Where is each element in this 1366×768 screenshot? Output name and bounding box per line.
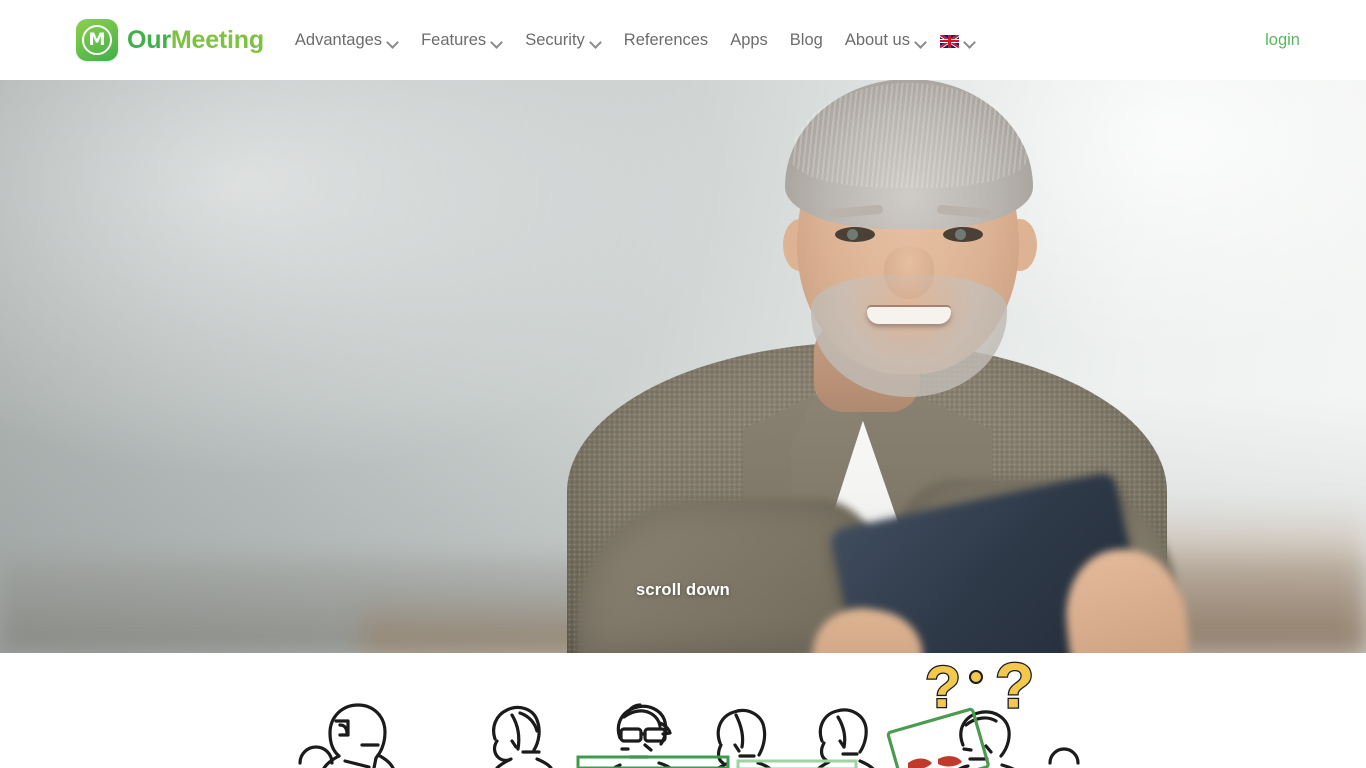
hair [785, 79, 1033, 229]
logo-word-meeting: Meeting [170, 25, 264, 54]
nav-label-references: References [623, 30, 709, 49]
chevron-down-icon [916, 37, 927, 48]
site-header: M OurMeeting Advantages Features Securit… [0, 0, 1366, 80]
illustration-section: ? ? [0, 653, 1366, 768]
main-navigation: Advantages Features Security References … [284, 0, 987, 80]
nav-item-blog[interactable]: Blog [779, 0, 834, 80]
logo[interactable]: M OurMeeting [76, 19, 264, 61]
sketch-hand-red-right [938, 756, 962, 767]
nav-item-about-us[interactable]: About us [834, 0, 938, 80]
sketch-hand-red-left [908, 758, 932, 768]
svg-text:?: ? [995, 653, 1034, 721]
meeting-sketch-illustration: ? ? [298, 653, 1080, 768]
hero-banner: scroll down [0, 79, 1366, 653]
nav-label-blog: Blog [789, 30, 823, 49]
logo-word-our: Our [127, 25, 171, 54]
nav-label-apps: Apps [730, 30, 768, 49]
logo-wordmark: OurMeeting [127, 26, 264, 55]
eye-left [835, 227, 875, 242]
login-label: login [1265, 30, 1300, 49]
nav-item-references[interactable]: References [613, 0, 719, 80]
nav-item-features[interactable]: Features [410, 0, 514, 80]
sketch-person-7 [1048, 747, 1080, 765]
sketch-person-0 [298, 745, 334, 765]
logo-mark-icon: M [76, 19, 118, 61]
eye-right [943, 227, 983, 242]
sketch-person-4 [715, 708, 772, 768]
nav-item-apps[interactable]: Apps [719, 0, 779, 80]
logo-ring-icon: M [82, 25, 112, 55]
nav-item-advantages[interactable]: Advantages [284, 0, 410, 80]
nav-label-advantages: Advantages [294, 30, 383, 49]
sketch-person-1 [322, 703, 395, 768]
scroll-down-label: scroll down [636, 581, 730, 599]
nav-label-about-us: About us [844, 30, 910, 49]
chevron-down-icon [388, 37, 399, 48]
sketch-person-3 [611, 703, 673, 768]
svg-text:?: ? [925, 655, 961, 720]
uk-flag-icon [939, 34, 959, 48]
chevron-down-icon [492, 37, 503, 48]
scroll-down-hint[interactable]: scroll down [0, 581, 1366, 600]
logo-letter: M [88, 29, 106, 50]
nav-label-security: Security [525, 30, 585, 49]
question-mark-small [969, 670, 983, 684]
hero-photo-businessman [567, 79, 1195, 653]
login-link[interactable]: login [1265, 0, 1366, 80]
sketch-person-5 [816, 708, 875, 768]
nav-label-features: Features [421, 30, 487, 49]
chevron-down-icon [591, 37, 602, 48]
chevron-down-icon [965, 37, 976, 48]
question-mark-left: ? [924, 654, 962, 722]
nav-item-security[interactable]: Security [514, 0, 613, 80]
mouth [867, 307, 951, 324]
language-selector[interactable] [938, 0, 987, 80]
sketch-person-2 [492, 705, 553, 768]
question-mark-right: ? [994, 653, 1036, 723]
